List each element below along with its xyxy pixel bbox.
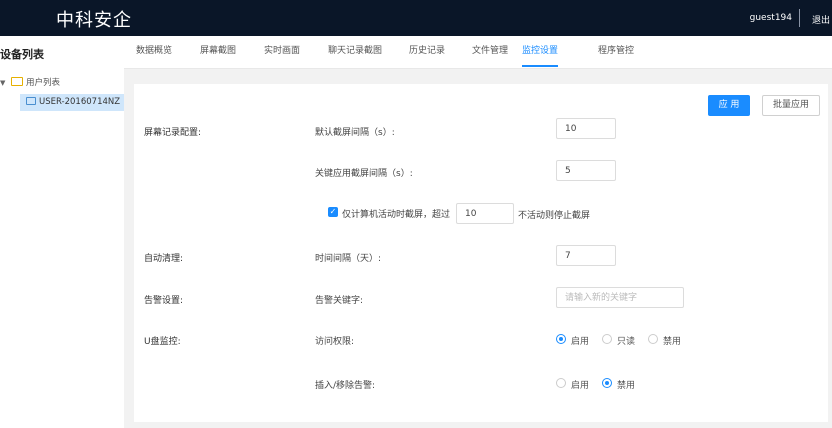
device-sidebar: 设备列表 ▼ 用户列表 USER-20160714NZ [0,36,124,428]
top-bar: 中科安企 guest194 退出 [0,0,832,36]
radio-label: 禁用 [663,337,682,347]
usb-access-label: 访问权限: [315,337,355,347]
key-interval-input[interactable] [556,160,616,181]
radio-label: 禁用 [617,381,636,391]
plug-alert-label: 插入/移除告警: [315,381,376,391]
radio-label: 启用 [571,381,590,391]
tab-chat-screenshots[interactable]: 聊天记录截图 [328,36,382,67]
radio-label: 启用 [571,337,590,347]
radio-unchecked-icon[interactable] [556,378,566,388]
logout-link[interactable]: 退出 [812,13,830,26]
usb-section-label: U盘监控: [144,337,181,347]
tree-root-label: 用户列表 [26,78,61,88]
username-label: guest194 [749,13,792,23]
tab-bar: 数据概览 屏幕截图 实时画面 聊天记录截图 历史记录 文件管理 监控设置 程序管… [124,36,832,69]
tab-program-control[interactable]: 程序管控 [598,36,634,67]
alert-keyword-label: 告警关键字: [315,296,364,306]
clean-interval-input[interactable] [556,245,616,266]
tab-live-view[interactable]: 实时画面 [264,36,300,67]
inactive-minutes-input[interactable] [456,203,514,224]
sidebar-title: 设备列表 [0,48,44,61]
default-interval-label: 默认截屏间隔（s）: [315,128,395,138]
batch-apply-button[interactable]: 批量应用 [762,95,820,116]
auto-clean-section-label: 自动清理: [144,254,184,264]
only-active-label: 仅计算机活动时截屏，超过 [342,210,451,220]
radio-checked-icon[interactable] [556,334,566,344]
key-interval-label: 关键应用截屏间隔（s）: [315,169,413,179]
tree-node-device[interactable]: USER-20160714NZ [20,94,124,111]
default-interval-input[interactable] [556,118,616,139]
radio-label: 只读 [617,337,636,347]
tree-root-user-list[interactable]: ▼ 用户列表 [0,76,60,88]
settings-panel [134,84,828,422]
tab-history[interactable]: 历史记录 [409,36,445,67]
radio-checked-icon[interactable] [602,378,612,388]
inactive-suffix-label: 不活动则停止截屏 [518,211,591,221]
monitor-icon [26,96,36,105]
tree-node-label: USER-20160714NZ [39,97,121,107]
clean-interval-label: 时间间隔（天）: [315,254,382,264]
brand-title: 中科安企 [56,10,132,31]
apply-button[interactable]: 应 用 [708,95,750,116]
screen-record-section-label: 屏幕记录配置: [144,128,202,138]
only-active-checkbox[interactable]: ✓ [328,207,338,217]
tab-overview[interactable]: 数据概览 [136,36,172,67]
radio-unchecked-icon[interactable] [648,334,658,344]
folder-icon [11,77,23,86]
radio-unchecked-icon[interactable] [602,334,612,344]
header-divider [799,9,800,27]
tab-file-management[interactable]: 文件管理 [472,36,508,67]
tab-screenshots[interactable]: 屏幕截图 [200,36,236,67]
tab-monitor-settings[interactable]: 监控设置 [522,36,559,67]
alert-keyword-input[interactable] [556,287,684,308]
caret-down-icon[interactable]: ▼ [0,79,8,87]
alert-section-label: 告警设置: [144,296,184,306]
